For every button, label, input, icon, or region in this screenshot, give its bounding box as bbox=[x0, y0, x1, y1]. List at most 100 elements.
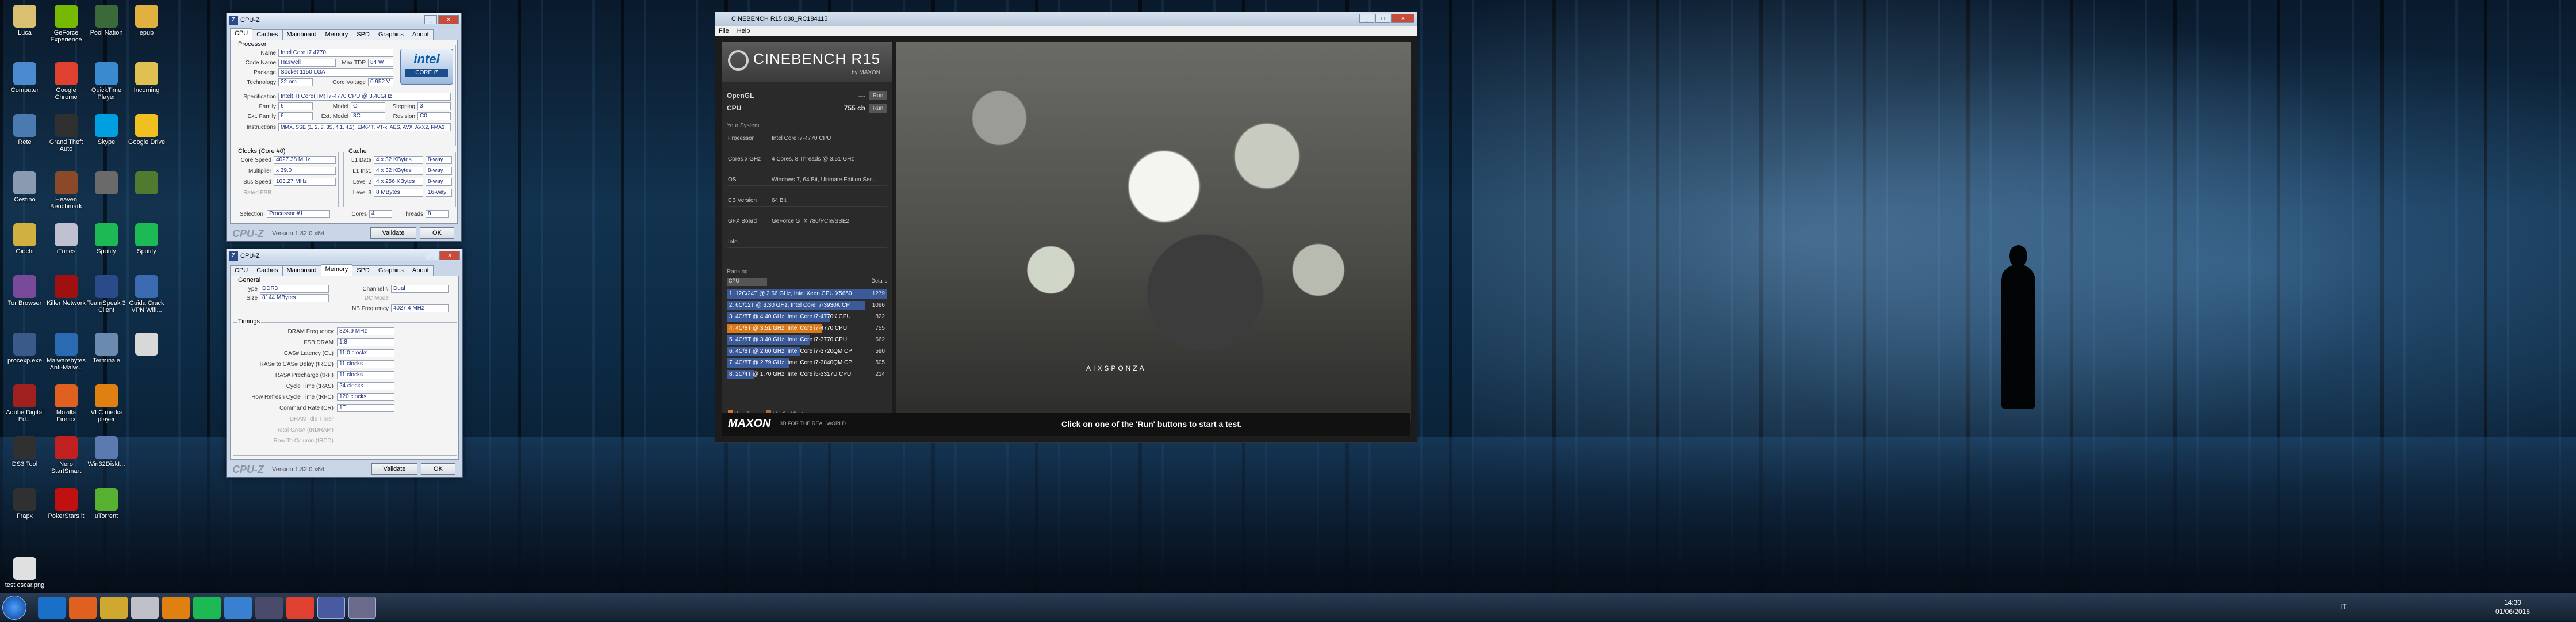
system-key: GFX Board bbox=[728, 218, 757, 224]
desktop-icon[interactable] bbox=[126, 171, 167, 196]
validate-button[interactable]: Validate bbox=[370, 227, 416, 239]
opengl-run-button[interactable]: Run bbox=[869, 91, 887, 100]
cpu-run-button[interactable]: Run bbox=[869, 104, 887, 113]
desktop-icon[interactable]: Guida Crack VPN Wifi... bbox=[126, 275, 167, 314]
desktop-icon[interactable]: Pool Nation bbox=[86, 5, 126, 36]
desktop-icon[interactable]: Win32DiskI... bbox=[86, 436, 126, 468]
tab-spd[interactable]: SPD bbox=[352, 29, 374, 40]
cinebench-window[interactable]: CINEBENCH R15.038_RC184115 _ □ ✕ File Help… bbox=[715, 12, 1417, 443]
chrome-icon[interactable] bbox=[286, 597, 314, 619]
desktop-icon[interactable]: Heaven Benchmark bbox=[46, 171, 86, 210]
desktop-icon-label: Tor Browser bbox=[7, 300, 42, 307]
desktop-icon[interactable] bbox=[86, 171, 126, 196]
cpuz-window-memory[interactable]: Z CPU-Z _ ✕ CPU Caches Mainboard Memory SPD Gr… bbox=[226, 249, 463, 478]
desktop-icon[interactable]: Spotify bbox=[126, 223, 167, 255]
desktop-icon[interactable]: test oscar.png bbox=[5, 557, 45, 589]
cache-label: Cache bbox=[347, 148, 368, 155]
details-button[interactable]: Details bbox=[871, 278, 887, 284]
desktop-icon[interactable]: Skype bbox=[86, 114, 126, 146]
desktop-icon[interactable]: Nero StartSmart bbox=[46, 436, 86, 475]
timing-label: RAS# Precharge (tRP) bbox=[275, 372, 334, 379]
desktop-icon[interactable]: Google Chrome bbox=[46, 62, 86, 101]
minimize-button[interactable]: _ bbox=[425, 251, 438, 260]
ranking-dropdown[interactable]: CPU bbox=[727, 278, 767, 286]
itunes-icon[interactable] bbox=[131, 597, 159, 619]
minimize-button[interactable]: _ bbox=[424, 15, 437, 24]
tab-memory[interactable]: Memory bbox=[320, 29, 353, 40]
tab-mainboard[interactable]: Mainboard bbox=[282, 29, 321, 40]
desktop-icon-label: procexp.exe bbox=[7, 357, 42, 364]
tab-memory[interactable]: Memory bbox=[320, 264, 353, 276]
desktop-icon[interactable]: Killer Network bbox=[46, 275, 86, 307]
maximize-button[interactable]: □ bbox=[1375, 14, 1390, 23]
app-icon bbox=[13, 384, 36, 407]
desktop-icon[interactable]: Incoming bbox=[126, 62, 167, 94]
menu-file[interactable]: File bbox=[719, 28, 729, 35]
desktop-icon[interactable]: QuickTime Player bbox=[86, 62, 126, 101]
tab-mainboard[interactable]: Mainboard bbox=[282, 265, 321, 276]
menu-help[interactable]: Help bbox=[737, 28, 750, 35]
desktop-icon[interactable]: Tor Browser bbox=[5, 275, 45, 307]
instructions-label: Instructions bbox=[246, 124, 276, 131]
desktop-icon[interactable]: VLC media player bbox=[86, 384, 126, 423]
firefox-icon[interactable] bbox=[69, 597, 97, 619]
desktop-icon[interactable]: Adobe Digital Ed... bbox=[5, 384, 45, 423]
language-indicator[interactable]: IT bbox=[2340, 602, 2347, 610]
cpuz-window-cpu[interactable]: Z CPU-Z _ ✕ CPU Caches Mainboard Memory SPD Gr… bbox=[226, 13, 462, 242]
system-key: Processor bbox=[728, 135, 754, 142]
desktop-icon[interactable]: Rete bbox=[5, 114, 45, 146]
desktop-icon[interactable]: Computer bbox=[5, 62, 45, 94]
close-button[interactable]: ✕ bbox=[439, 251, 460, 260]
selection-label: Selection bbox=[239, 211, 263, 217]
clock[interactable]: 14:30 01/06/2015 bbox=[2496, 598, 2530, 616]
desktop-icon[interactable]: TeamSpeak 3 Client bbox=[86, 275, 126, 314]
validate-button[interactable]: Validate bbox=[371, 463, 417, 475]
tab-about[interactable]: About bbox=[407, 29, 434, 40]
taskbar-app-icon[interactable] bbox=[224, 597, 252, 619]
desktop-icon[interactable]: procexp.exe bbox=[5, 333, 45, 364]
ie-icon[interactable] bbox=[38, 597, 66, 619]
cpu-score: 755 cb bbox=[844, 104, 865, 112]
start-button[interactable] bbox=[2, 596, 26, 620]
desktop-icon[interactable]: Spotify bbox=[86, 223, 126, 255]
desktop-icon[interactable]: Luca bbox=[5, 5, 45, 36]
desktop-icon[interactable]: Malwarebytes Anti-Malw... bbox=[46, 333, 86, 371]
desktop-icon[interactable]: Google Drive bbox=[126, 114, 167, 146]
vlc-icon[interactable] bbox=[162, 597, 190, 619]
ranking-score: 1096 bbox=[872, 302, 885, 308]
desktop-icon[interactable]: uTorrent bbox=[86, 488, 126, 520]
tab-graphics[interactable]: Graphics bbox=[373, 29, 408, 40]
desktop-icon[interactable] bbox=[126, 333, 167, 357]
tab-graphics[interactable]: Graphics bbox=[373, 265, 408, 276]
desktop-icon[interactable]: Terminale bbox=[86, 333, 126, 364]
desktop-icon[interactable]: Frapx bbox=[5, 488, 45, 520]
desktop-icon[interactable]: PokerStars.it bbox=[46, 488, 86, 520]
desktop-icon[interactable]: Mozilla Firefox bbox=[46, 384, 86, 423]
cinebench-taskbar-icon[interactable] bbox=[348, 597, 376, 619]
cpuz-taskbar-icon[interactable] bbox=[317, 597, 345, 619]
selection-dropdown[interactable]: Processor #1 bbox=[267, 210, 330, 218]
minimize-button[interactable]: _ bbox=[1359, 14, 1374, 23]
tab-about[interactable]: About bbox=[407, 265, 434, 276]
tab-spd[interactable]: SPD bbox=[352, 265, 374, 276]
app-icon bbox=[135, 223, 158, 246]
desktop-icon[interactable]: GeForce Experience bbox=[46, 5, 86, 43]
tab-cpu[interactable]: CPU bbox=[230, 265, 253, 276]
tab-cpu[interactable]: CPU bbox=[230, 28, 253, 40]
spotify-icon[interactable] bbox=[193, 597, 221, 619]
close-button[interactable]: ✕ bbox=[438, 15, 459, 24]
tab-caches[interactable]: Caches bbox=[252, 265, 283, 276]
tdp-label: Max TDP bbox=[342, 60, 366, 66]
desktop-icon[interactable]: Grand Theft Auto bbox=[46, 114, 86, 152]
taskbar-app-icon[interactable] bbox=[255, 597, 283, 619]
desktop-icon[interactable]: Cestino bbox=[5, 171, 45, 203]
close-button[interactable]: ✕ bbox=[1392, 14, 1414, 23]
ok-button[interactable]: OK bbox=[420, 227, 454, 239]
tab-caches[interactable]: Caches bbox=[252, 29, 283, 40]
desktop-icon[interactable]: iTunes bbox=[46, 223, 86, 255]
explorer-icon[interactable] bbox=[100, 597, 128, 619]
desktop-icon[interactable]: Giochi bbox=[5, 223, 45, 255]
ok-button[interactable]: OK bbox=[421, 463, 455, 475]
desktop-icon[interactable]: DS3 Tool bbox=[5, 436, 45, 468]
desktop-icon[interactable]: epub bbox=[126, 5, 167, 36]
